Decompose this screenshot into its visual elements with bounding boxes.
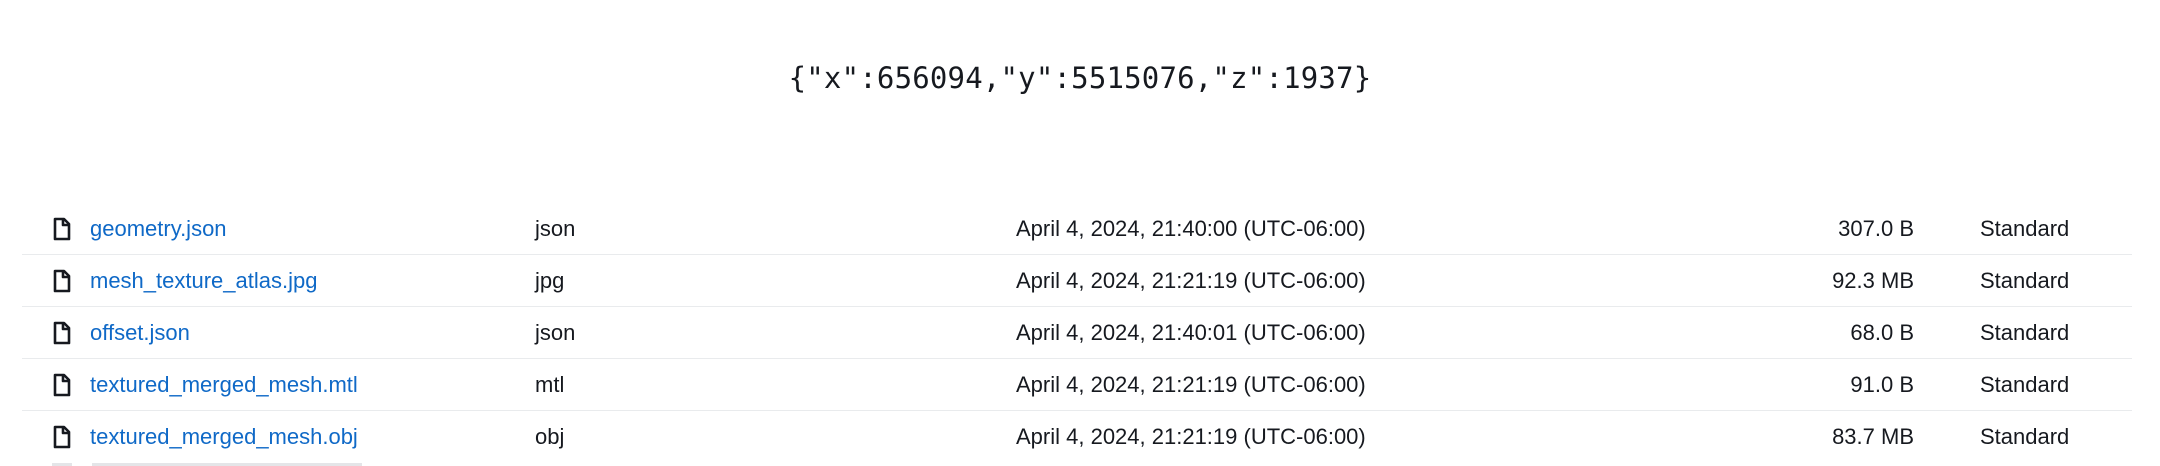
file-icon: [52, 217, 72, 241]
file-name-cell: offset.json: [52, 307, 190, 359]
file-size: 307.0 B: [1838, 216, 1914, 241]
file-icon: [52, 269, 72, 293]
storage-class: Standard: [1980, 424, 2070, 449]
file-icon: [52, 373, 72, 397]
table-row: offset.json json April 4, 2024, 21:40:01…: [22, 307, 2132, 359]
storage-class: Standard: [1980, 216, 2070, 241]
file-size: 91.0 B: [1850, 372, 1914, 397]
file-link[interactable]: textured_merged_mesh.obj: [90, 411, 358, 463]
storage-class: Standard: [1980, 372, 2070, 397]
table-row: mesh_texture_atlas.jpg jpg April 4, 2024…: [22, 255, 2132, 307]
file-link[interactable]: textured_merged_mesh.mtl: [90, 359, 358, 411]
file-link[interactable]: geometry.json: [90, 203, 227, 255]
table-row: geometry.json json April 4, 2024, 21:40:…: [22, 203, 2132, 255]
file-table: geometry.json json April 4, 2024, 21:40:…: [22, 203, 2132, 463]
file-type: mtl: [535, 372, 565, 397]
file-size: 68.0 B: [1850, 320, 1914, 345]
file-icon: [52, 321, 72, 345]
file-size: 92.3 MB: [1832, 268, 1914, 293]
storage-class: Standard: [1980, 268, 2070, 293]
file-type: json: [535, 320, 576, 345]
file-name-cell: textured_merged_mesh.mtl: [52, 359, 358, 411]
file-name-cell: textured_merged_mesh.obj: [52, 411, 358, 463]
last-modified: April 4, 2024, 21:21:19 (UTC-06:00): [1016, 372, 1366, 397]
table-row: textured_merged_mesh.obj obj April 4, 20…: [22, 411, 2132, 463]
table-row: textured_merged_mesh.mtl mtl April 4, 20…: [22, 359, 2132, 411]
file-size: 83.7 MB: [1832, 424, 1914, 449]
file-type: json: [535, 216, 576, 241]
file-icon: [52, 425, 72, 449]
file-name-cell: geometry.json: [52, 203, 227, 255]
last-modified: April 4, 2024, 21:40:00 (UTC-06:00): [1016, 216, 1366, 241]
file-type: obj: [535, 424, 565, 449]
file-type: jpg: [535, 268, 565, 293]
last-modified: April 4, 2024, 21:40:01 (UTC-06:00): [1016, 320, 1366, 345]
file-link[interactable]: offset.json: [90, 307, 190, 359]
last-modified: April 4, 2024, 21:21:19 (UTC-06:00): [1016, 424, 1366, 449]
storage-class: Standard: [1980, 320, 2070, 345]
json-preview-text: {"x":656094,"y":5515076,"z":1937}: [788, 61, 1372, 95]
file-name-cell: mesh_texture_atlas.jpg: [52, 255, 317, 307]
file-link[interactable]: mesh_texture_atlas.jpg: [90, 255, 317, 307]
last-modified: April 4, 2024, 21:21:19 (UTC-06:00): [1016, 268, 1366, 293]
